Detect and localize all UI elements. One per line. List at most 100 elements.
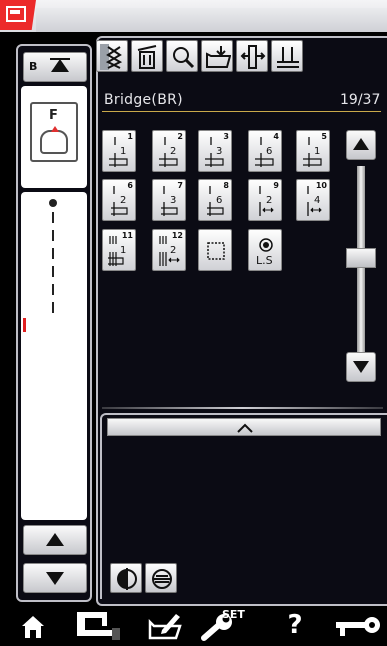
stitch-type-icon [100,44,123,70]
triangle-up-icon [51,59,69,72]
foot-icon [240,45,266,69]
stitch-value: 3 [216,146,223,157]
home-icon [22,616,44,638]
needle-plate-button[interactable] [271,40,303,72]
stitch-number: 11 [121,231,133,240]
flip-button[interactable] [145,563,177,593]
stitch-button[interactable]: 11 [102,130,136,172]
stitch-value: 6 [216,195,223,206]
scroll-thumb[interactable] [346,248,376,268]
stitch-number: 9 [273,181,279,190]
stitch-button[interactable]: 86 [198,179,232,221]
stitch-button[interactable]: 46 [248,130,282,172]
b-button-label: B [29,60,38,73]
stitch-dash [52,266,54,277]
separator [102,407,383,409]
stitch-number: 10 [315,181,327,190]
ls-label: L.S [256,254,273,267]
delete-icon [137,45,157,69]
stitch-button[interactable]: 33 [198,130,232,172]
stitch-button[interactable]: 92 [248,179,282,221]
stitch-number: 3 [223,132,229,141]
stitch-number: 4 [273,132,279,141]
stitch-number: 8 [223,181,229,190]
settings-button[interactable]: SET [200,608,260,642]
triangle-up-icon [353,138,369,150]
stitch-number: 12 [171,231,183,240]
stitch-number: 7 [177,181,183,190]
set-label: SET [222,608,245,621]
delete-button[interactable] [131,40,163,72]
scroll-up-button[interactable] [346,130,376,160]
stitch-value: 1 [120,245,127,256]
chevron-up-icon [237,423,253,433]
stitch-preview-strip [21,192,87,520]
foot-toe [40,130,68,154]
triangle-down-icon [353,361,369,373]
triangle-up-icon [46,533,64,546]
frame-stitch-button[interactable] [198,229,232,271]
edit-area-frame [100,413,387,599]
zoom-icon [173,47,195,69]
title-underline [102,111,381,112]
stitch-button[interactable]: 11 1 [102,229,136,271]
stitch-button[interactable]: 73 [152,179,186,221]
home-button[interactable] [16,608,50,642]
stitch-dash [52,230,54,241]
stitch-value: 1 [314,146,321,157]
help-button[interactable]: ? [280,608,310,642]
stitch-button[interactable]: 22 [152,130,186,172]
stitch-button[interactable]: 62 [102,179,136,221]
top-bar-fill [36,8,387,32]
sewing-machine-icon [77,612,120,640]
needle-marker-icon [51,126,59,132]
machine-mode-button[interactable] [74,608,124,642]
dotted-square-icon [207,242,225,260]
key-icon [336,617,380,636]
foot-letter: F [49,108,58,123]
scroll-down-button[interactable] [346,352,376,382]
save-icon [206,46,231,68]
stitch-value: 2 [170,245,177,256]
category-title: Bridge(BR) [104,92,183,108]
bottom-bar [0,606,387,645]
stitch-value: 2 [120,195,127,206]
flip-icon [152,569,172,589]
stitch-dash [52,248,54,259]
stitch-value: 3 [170,195,177,206]
stitch-value: 1 [120,146,127,157]
preview-scroll-down-button[interactable] [23,563,87,593]
edit-icon [148,614,182,640]
stitch-value: 6 [266,146,273,157]
foot-selection-button[interactable] [236,40,268,72]
stitch-number: 1 [127,132,133,141]
ls-button[interactable]: L.S [248,229,282,271]
needle-dot-icon [49,199,57,207]
stitch-number: 6 [127,181,133,190]
mirror-icon [117,568,137,590]
page-count: 19/37 [340,92,381,108]
b-needle-position-button[interactable]: B [23,52,87,82]
edit-button[interactable] [146,608,186,642]
stitch-dash [52,302,54,313]
needle-plate-icon [277,47,299,68]
zoom-button[interactable] [166,40,198,72]
stitch-button[interactable]: 10 4 [296,179,330,221]
lock-button[interactable] [334,608,384,642]
stitch-dash [52,284,54,295]
stitch-dash [52,212,54,223]
stitch-value: 2 [170,146,177,157]
stitch-button[interactable]: 51 [296,130,330,172]
sewing-machine-icon[interactable] [0,0,36,30]
stitch-value: 2 [266,195,273,206]
mirror-image-button[interactable] [110,563,142,593]
save-button[interactable] [201,40,233,72]
triangle-down-icon [46,572,64,585]
preview-scroll-up-button[interactable] [23,525,87,555]
presser-foot-display: F [21,86,87,188]
stitch-button[interactable]: 12 2 [152,229,186,271]
stitch-number: 2 [177,132,183,141]
stitch-value: 4 [314,195,321,206]
expand-panel-button[interactable] [107,418,381,436]
stitch-type-button[interactable] [96,40,128,72]
